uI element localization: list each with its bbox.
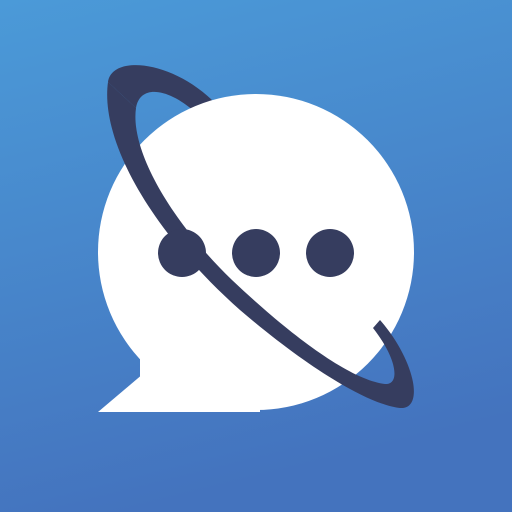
app-icon: [0, 0, 512, 512]
typing-dots: [158, 229, 354, 277]
typing-dot: [232, 229, 280, 277]
app-icon-graphic: [0, 0, 512, 512]
typing-dot: [306, 229, 354, 277]
typing-dot: [158, 229, 206, 277]
